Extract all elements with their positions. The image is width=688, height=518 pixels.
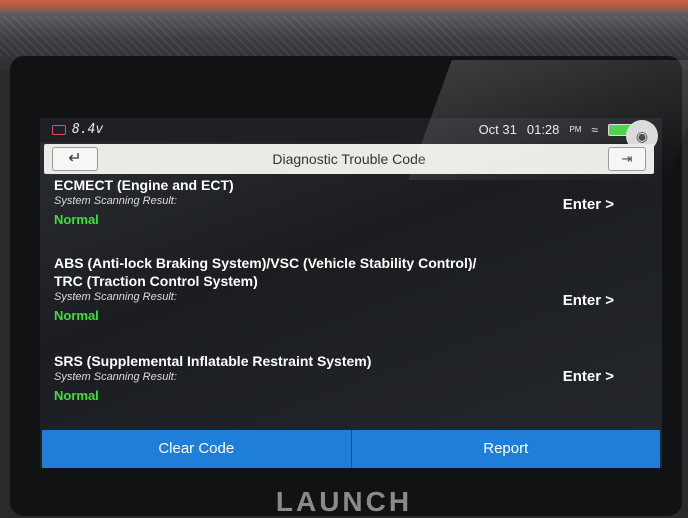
enter-button-ecmect[interactable]: Enter >	[563, 196, 614, 213]
page-title: Diagnostic Trouble Code	[272, 151, 426, 167]
system-item-abs-vsc-trc[interactable]: ABS (Anti-lock Braking System)/VSC (Vehi…	[40, 254, 662, 323]
status-date: Oct 31	[478, 122, 517, 137]
device-brand-logo: LAUNCH	[275, 486, 413, 517]
tablet-screen: 8.4v Oct 31 01:28 PM ≈ ◉ ↵ Diagnostic Tr…	[40, 118, 662, 468]
system-item-ecmect[interactable]: ECMECT (Engine and ECT) System Scanning …	[40, 176, 662, 227]
obd-connector-icon	[52, 124, 66, 135]
title-bar: ↵ Diagnostic Trouble Code ⇥	[44, 144, 654, 174]
status-time: 01:28	[526, 122, 560, 137]
clear-code-button[interactable]: Clear Code	[42, 430, 351, 468]
system-item-srs[interactable]: SRS (Supplemental Inflatable Restraint S…	[40, 352, 662, 403]
voltage-readout: 8.4v	[72, 122, 104, 137]
report-button[interactable]: Report	[352, 430, 661, 468]
system-name: ECMECT (Engine and ECT)	[54, 177, 234, 193]
status-bar: 8.4v Oct 31 01:28 PM ≈ ◉	[40, 118, 662, 152]
wifi-icon: ≈	[591, 122, 598, 137]
system-name: ABS (Anti-lock Braking System)/VSC (Vehi…	[54, 255, 477, 271]
scan-result-value: Normal	[54, 308, 99, 323]
enter-button-srs[interactable]: Enter >	[563, 368, 614, 385]
exit-button[interactable]: ⇥	[608, 147, 646, 171]
scan-result-value: Normal	[54, 388, 99, 403]
scan-result-value: Normal	[54, 212, 99, 227]
exit-icon: ⇥	[621, 151, 633, 166]
system-name-line2: TRC (Traction Control System)	[54, 273, 258, 289]
bottom-action-bar: Clear Code Report	[42, 430, 660, 468]
status-left: 8.4v	[52, 122, 103, 137]
enter-button-abs[interactable]: Enter >	[563, 292, 614, 309]
status-ampm: PM	[569, 125, 582, 134]
status-right: Oct 31 01:28 PM ≈	[479, 122, 632, 137]
